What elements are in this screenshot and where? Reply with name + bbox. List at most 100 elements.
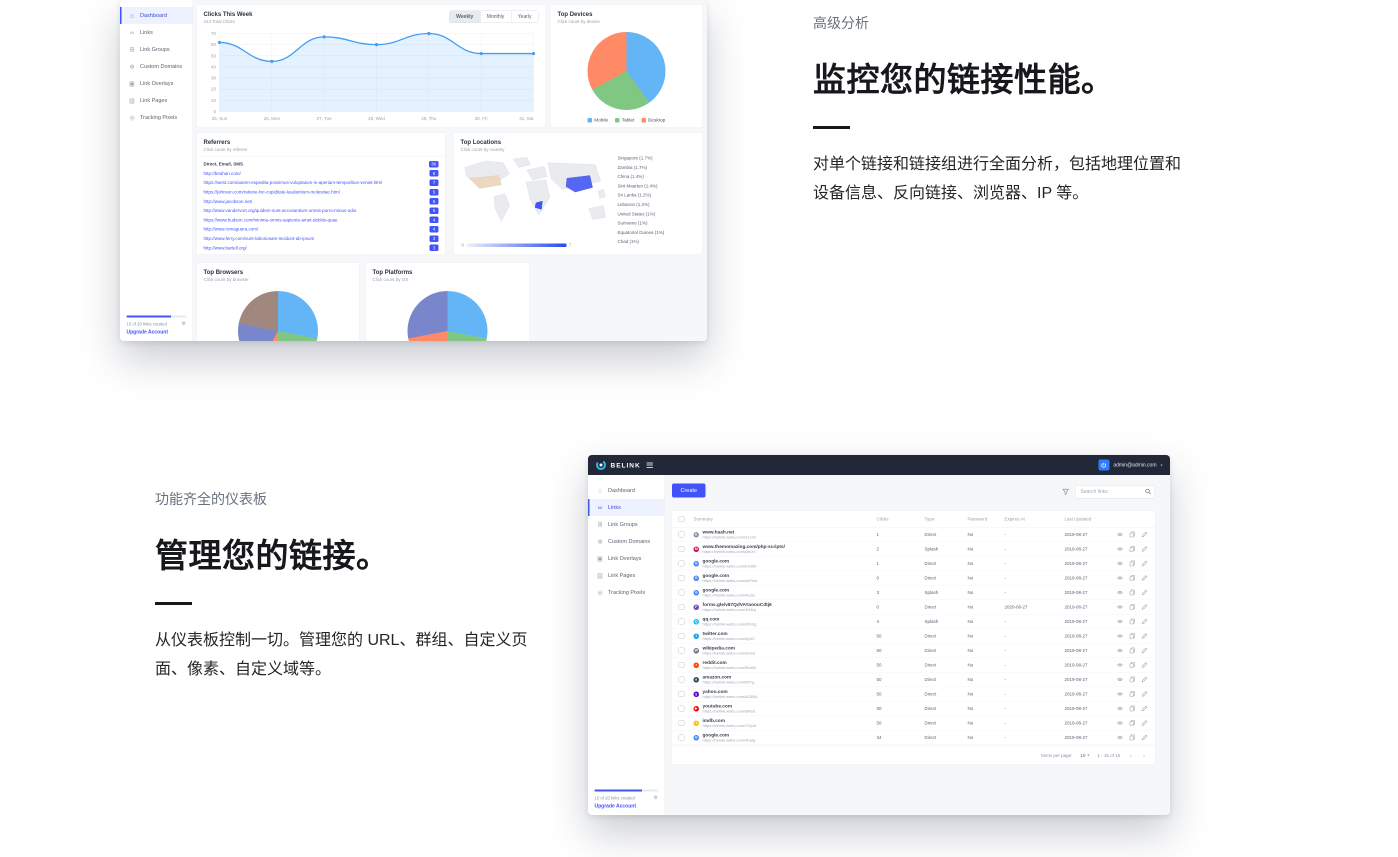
search-icon[interactable]: [1145, 489, 1151, 495]
view-stats-eye-icon[interactable]: [1117, 561, 1123, 567]
copy-link-icon[interactable]: [1130, 604, 1136, 610]
copy-link-icon[interactable]: [1130, 575, 1136, 581]
upgrade-account-link[interactable]: Upgrade Account: [127, 330, 187, 336]
view-stats-eye-icon[interactable]: [1117, 648, 1123, 654]
referrer-link[interactable]: http://www.vandervort.org/quidem-sunt-ac…: [204, 208, 357, 213]
view-stats-eye-icon[interactable]: [1117, 604, 1123, 610]
copy-link-icon[interactable]: [1130, 532, 1136, 538]
edit-pencil-icon[interactable]: [1142, 590, 1148, 596]
range-button[interactable]: Monthly: [480, 11, 511, 23]
sidebar-item[interactable]: ◎ Tracking Pixels: [120, 109, 193, 126]
sidebar-item[interactable]: ∞ Links: [120, 24, 193, 41]
sidebar-item[interactable]: ▣ Link Overlays: [120, 75, 193, 92]
copy-link-icon[interactable]: [1130, 546, 1136, 552]
referrer-link[interactable]: Direct, Email, SMS: [204, 162, 244, 167]
next-page-icon[interactable]: ›: [1141, 752, 1146, 760]
sidebar-item[interactable]: ⌂ Dashboard: [588, 482, 665, 499]
copy-link-icon[interactable]: [1130, 619, 1136, 625]
view-stats-eye-icon[interactable]: [1117, 677, 1123, 683]
gear-icon[interactable]: ⚙: [182, 321, 186, 327]
referrer-link[interactable]: http://www.romaguera.com/: [204, 227, 259, 232]
copy-link-icon[interactable]: [1130, 677, 1136, 683]
search-input[interactable]: [1075, 485, 1155, 499]
referrer-link[interactable]: http://beahan.com/: [204, 171, 241, 176]
edit-pencil-icon[interactable]: [1142, 706, 1148, 712]
edit-pencil-icon[interactable]: [1142, 575, 1148, 581]
copy-link-icon[interactable]: [1130, 706, 1136, 712]
row-checkbox[interactable]: [679, 546, 685, 552]
view-stats-eye-icon[interactable]: [1117, 706, 1123, 712]
copy-link-icon[interactable]: [1130, 648, 1136, 654]
sidebar-item[interactable]: ⊞ Link Groups: [588, 516, 665, 533]
sidebar-item[interactable]: ∞ Links: [588, 499, 665, 516]
gear-icon[interactable]: ⚙: [654, 795, 658, 801]
user-menu[interactable]: admin@admin.com ▾: [1098, 460, 1162, 471]
view-stats-eye-icon[interactable]: [1117, 691, 1123, 697]
row-checkbox[interactable]: [679, 677, 685, 683]
previous-page-icon[interactable]: ‹: [1128, 752, 1133, 760]
edit-pencil-icon[interactable]: [1142, 662, 1148, 668]
view-stats-eye-icon[interactable]: [1117, 720, 1123, 726]
row-checkbox[interactable]: [679, 706, 685, 712]
row-checkbox[interactable]: [679, 720, 685, 726]
row-checkbox[interactable]: [679, 619, 685, 625]
referrer-link[interactable]: http://www.bartell.org/: [204, 245, 247, 250]
edit-pencil-icon[interactable]: [1142, 691, 1148, 697]
select-all-checkbox[interactable]: [679, 516, 685, 522]
items-per-page-select[interactable]: 10 ▾: [1080, 753, 1089, 758]
copy-link-icon[interactable]: [1130, 691, 1136, 697]
row-checkbox[interactable]: [679, 662, 685, 668]
sidebar-item[interactable]: ▤ Link Pages: [120, 92, 193, 109]
referrer-link[interactable]: http://www.ferry.com/sunt-laboriosam-inc…: [204, 236, 315, 241]
edit-pencil-icon[interactable]: [1142, 735, 1148, 741]
edit-pencil-icon[interactable]: [1142, 677, 1148, 683]
sidebar-item[interactable]: ▣ Link Overlays: [588, 550, 665, 567]
sidebar-item[interactable]: ◎ Tracking Pixels: [588, 584, 665, 601]
row-checkbox[interactable]: [679, 575, 685, 581]
referrer-link[interactable]: https://west.com/autem-expedita-possimus…: [204, 180, 383, 185]
sidebar-item[interactable]: ▤ Link Pages: [588, 567, 665, 584]
view-stats-eye-icon[interactable]: [1117, 532, 1123, 538]
copy-link-icon[interactable]: [1130, 720, 1136, 726]
range-button[interactable]: Yearly: [511, 11, 538, 23]
row-checkbox[interactable]: [679, 648, 685, 654]
sidebar-item[interactable]: ⌂ Dashboard: [120, 7, 193, 24]
view-stats-eye-icon[interactable]: [1117, 590, 1123, 596]
row-checkbox[interactable]: [679, 633, 685, 639]
copy-link-icon[interactable]: [1130, 662, 1136, 668]
referrer-link[interactable]: https://www.hudson.com/minima-omnis-sapi…: [204, 217, 338, 222]
view-stats-eye-icon[interactable]: [1117, 633, 1123, 639]
row-checkbox[interactable]: [679, 691, 685, 697]
row-checkbox[interactable]: [679, 735, 685, 741]
edit-pencil-icon[interactable]: [1142, 619, 1148, 625]
row-checkbox[interactable]: [679, 561, 685, 567]
sidebar-item[interactable]: ⊕ Custom Domains: [120, 58, 193, 75]
view-stats-eye-icon[interactable]: [1117, 575, 1123, 581]
view-stats-eye-icon[interactable]: [1117, 619, 1123, 625]
view-stats-eye-icon[interactable]: [1117, 735, 1123, 741]
row-checkbox[interactable]: [679, 604, 685, 610]
edit-pencil-icon[interactable]: [1142, 720, 1148, 726]
copy-link-icon[interactable]: [1130, 561, 1136, 567]
row-checkbox[interactable]: [679, 590, 685, 596]
view-stats-eye-icon[interactable]: [1117, 662, 1123, 668]
edit-pencil-icon[interactable]: [1142, 546, 1148, 552]
referrer-link[interactable]: http://www.jacobson.net/: [204, 199, 253, 204]
edit-pencil-icon[interactable]: [1142, 532, 1148, 538]
edit-pencil-icon[interactable]: [1142, 604, 1148, 610]
edit-pencil-icon[interactable]: [1142, 648, 1148, 654]
view-stats-eye-icon[interactable]: [1117, 546, 1123, 552]
create-button[interactable]: Create: [672, 484, 706, 498]
sidebar-item[interactable]: ⊕ Custom Domains: [588, 533, 665, 550]
sidebar-item[interactable]: ⊞ Link Groups: [120, 41, 193, 58]
hamburger-menu-icon[interactable]: [647, 461, 654, 469]
logout-power-icon[interactable]: [1098, 460, 1109, 471]
row-checkbox[interactable]: [679, 532, 685, 538]
filter-icon[interactable]: [1063, 489, 1070, 496]
range-button[interactable]: Weekly: [450, 11, 480, 23]
copy-link-icon[interactable]: [1130, 590, 1136, 596]
edit-pencil-icon[interactable]: [1142, 633, 1148, 639]
copy-link-icon[interactable]: [1130, 633, 1136, 639]
referrer-link[interactable]: https://johnson.com/ratione-hic-cupidita…: [204, 190, 340, 195]
copy-link-icon[interactable]: [1130, 735, 1136, 741]
